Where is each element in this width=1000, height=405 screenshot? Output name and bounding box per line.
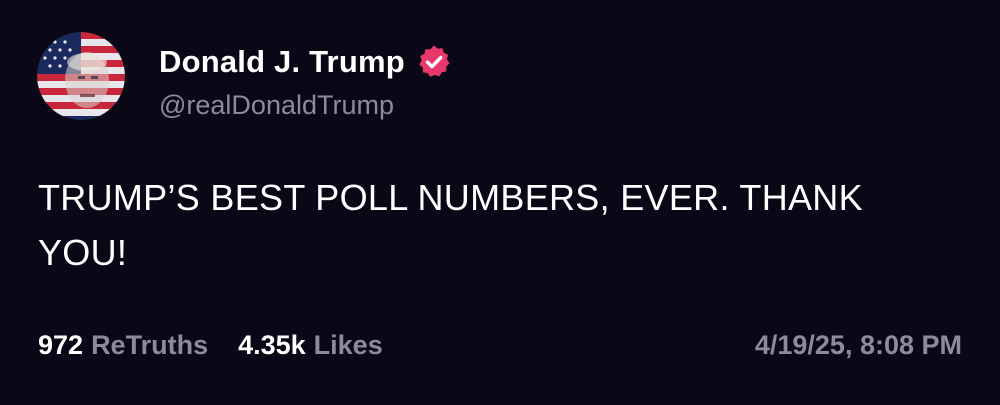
- avatar-image: [37, 32, 125, 120]
- post-body-text: TRUMP’S BEST POLL NUMBERS, EVER. THANK Y…: [38, 177, 863, 273]
- retruths-count: 972: [38, 330, 84, 360]
- retruths-stat[interactable]: 972 ReTruths: [38, 330, 208, 361]
- author-name-row: Donald J. Trump: [159, 42, 452, 82]
- likes-label: Likes: [313, 330, 383, 360]
- author-handle[interactable]: @realDonaldTrump: [159, 90, 394, 121]
- post-timestamp[interactable]: 4/19/25, 8:08 PM: [755, 330, 962, 361]
- retruths-label: ReTruths: [91, 330, 209, 360]
- post-card: Donald J. Trump @realDonaldTrump TRUMP’S…: [0, 0, 1000, 405]
- likes-count: 4.35k: [238, 330, 306, 360]
- author-avatar[interactable]: [37, 32, 125, 120]
- post-stats: 972 ReTruths 4.35k Likes: [38, 330, 383, 361]
- likes-stat[interactable]: 4.35k Likes: [238, 330, 383, 361]
- verified-badge-icon: [416, 44, 452, 80]
- author-display-name[interactable]: Donald J. Trump: [159, 44, 405, 80]
